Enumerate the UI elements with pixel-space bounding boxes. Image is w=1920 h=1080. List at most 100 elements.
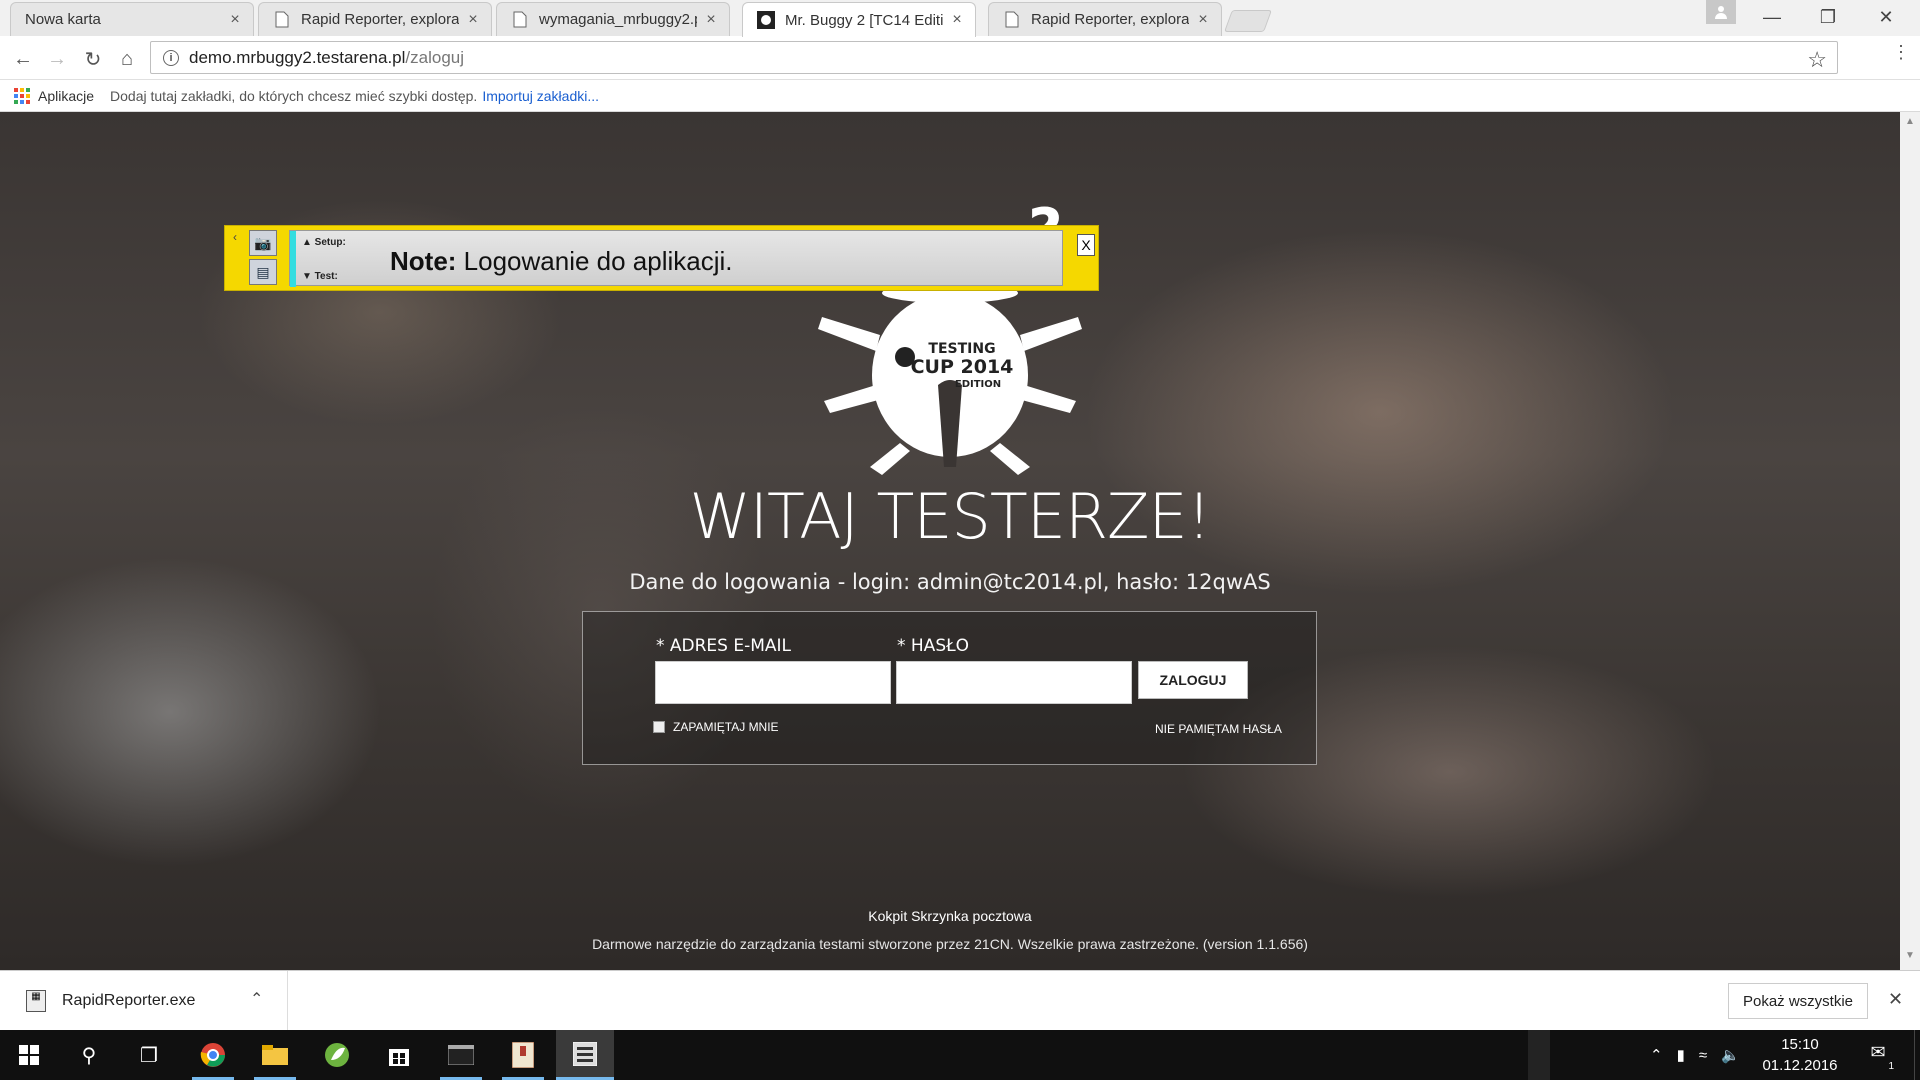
note-input[interactable]: ▲ Setup: ▼ Test: Note: Logowanie do apli…: [289, 230, 1063, 287]
footer-links[interactable]: Kokpit Skrzynka pocztowa: [0, 908, 1900, 924]
import-bookmarks-link[interactable]: Importuj zakładki...: [482, 88, 599, 104]
address-bar[interactable]: i demo.mrbuggy2.testarena.pl/zaloguj ☆: [150, 41, 1838, 74]
tab-rapid-reporter-1[interactable]: Rapid Reporter, explorato ×: [258, 2, 492, 36]
rapid-reporter-window[interactable]: ‹ 📷 ▤ ▲ Setup: ▼ Test: Note: Logowanie d…: [224, 225, 1099, 291]
note-progress-bar: [290, 231, 296, 287]
windows-taskbar: ⚲ ❐ ⌃ ▮ ≈ 🔈 15:10 01.12.2016 ✉ 1: [0, 1030, 1920, 1080]
archive-icon[interactable]: [494, 1030, 552, 1080]
tab-title: Rapid Reporter, explorato: [301, 11, 459, 28]
tab-title: wymagania_mrbuggy2.p: [539, 11, 697, 28]
file-explorer-icon[interactable]: [246, 1030, 304, 1080]
credentials-hint: Dane do logowania - login: admin@tc2014.…: [629, 570, 1271, 594]
notification-count: 1: [1888, 1061, 1894, 1072]
tab-new-tab[interactable]: Nowa karta ×: [10, 2, 254, 36]
spring-icon[interactable]: [308, 1030, 366, 1080]
note-prefix: Note:: [390, 246, 457, 276]
tab-rapid-reporter-2[interactable]: Rapid Reporter, explorato ×: [988, 2, 1222, 36]
close-downloads-icon[interactable]: ✕: [1888, 989, 1903, 1010]
rapid-reporter-icon[interactable]: [556, 1030, 614, 1080]
reporter-close-button[interactable]: X: [1077, 234, 1095, 256]
chevron-up-icon[interactable]: ⌃: [250, 989, 263, 1009]
show-all-downloads-button[interactable]: Pokaż wszystkie: [1728, 983, 1868, 1019]
windows-start-icon[interactable]: [0, 1030, 58, 1080]
rtf-note-icon[interactable]: ▤: [249, 259, 277, 285]
restore-icon[interactable]: ❐: [1804, 0, 1852, 34]
notification-center-icon[interactable]: ✉ 1: [1866, 1042, 1894, 1072]
wifi-icon[interactable]: ≈: [1699, 1047, 1707, 1064]
chrome-menu-icon[interactable]: ⋮: [1892, 43, 1910, 61]
remember-label: ZAPAMIĘTAJ MNIE: [673, 720, 779, 734]
volume-icon[interactable]: 🔈: [1721, 1046, 1740, 1064]
browser-toolbar: ← → ↻ ⌂ i demo.mrbuggy2.testarena.pl/zal…: [0, 36, 1920, 80]
logo-text-line3: EDITION: [955, 379, 1001, 390]
home-icon[interactable]: ⌂: [114, 46, 140, 72]
tab-close-icon[interactable]: ×: [465, 11, 481, 29]
tab-mrbuggy-active[interactable]: Mr. Buggy 2 [TC14 Editio ×: [742, 2, 976, 37]
remember-me[interactable]: ZAPAMIĘTAJ MNIE: [653, 720, 779, 734]
download-item[interactable]: ▦ RapidReporter.exe ⌃: [0, 971, 288, 1031]
download-filename: RapidReporter.exe: [62, 992, 196, 1009]
setup-label[interactable]: ▲ Setup:: [302, 237, 346, 248]
logo-text-line2: CUP 2014: [911, 356, 1014, 378]
window-close-icon[interactable]: ✕: [1862, 0, 1910, 34]
email-field[interactable]: [655, 661, 891, 704]
reload-icon[interactable]: ↻: [80, 46, 106, 72]
site-info-icon[interactable]: i: [163, 49, 179, 66]
footer-copyright: Darmowe narzędzie do zarządzania testami…: [592, 936, 1308, 952]
tab-close-icon[interactable]: ×: [227, 11, 243, 29]
new-tab-button[interactable]: [1223, 10, 1273, 32]
tab-title: Nowa karta: [25, 11, 101, 28]
tab-strip: Nowa karta × Rapid Reporter, explorato ×…: [0, 0, 1920, 37]
clock-time: 15:10: [1781, 1036, 1819, 1053]
terminal-icon[interactable]: [432, 1030, 490, 1080]
tab-close-icon[interactable]: ×: [1195, 11, 1211, 29]
login-button[interactable]: ZALOGUJ: [1138, 661, 1248, 699]
test-label[interactable]: ▼ Test:: [302, 271, 338, 282]
apps-grid-icon[interactable]: [14, 87, 30, 104]
system-tray: ⌃ ▮ ≈ 🔈: [1650, 1030, 1740, 1080]
scroll-down-icon[interactable]: ▼: [1900, 950, 1920, 966]
show-desktop-button[interactable]: [1914, 1030, 1920, 1080]
document-icon: [273, 11, 291, 29]
store-icon[interactable]: [370, 1030, 428, 1080]
bookmark-star-icon[interactable]: ☆: [1807, 47, 1827, 73]
taskbar-clock[interactable]: 15:10 01.12.2016: [1760, 1034, 1840, 1076]
note-value: Logowanie do aplikacji.: [463, 246, 733, 276]
forward-icon[interactable]: →: [44, 46, 70, 72]
clock-date: 01.12.2016: [1762, 1057, 1838, 1074]
tab-close-icon[interactable]: ×: [949, 11, 965, 29]
forgot-password-link[interactable]: NIE PAMIĘTAM HASŁA: [1155, 722, 1282, 736]
back-icon[interactable]: ←: [10, 46, 36, 72]
tab-close-icon[interactable]: ×: [703, 11, 719, 29]
downloads-bar: ▦ RapidReporter.exe ⌃ Pokaż wszystkie ✕: [0, 970, 1920, 1031]
url-host: demo.mrbuggy2.testarena.pl: [189, 47, 406, 67]
document-icon: [1003, 11, 1021, 29]
reporter-tools: 📷 ▤: [249, 230, 281, 288]
page-title: WITAJ TESTERZE!: [689, 480, 1211, 553]
scroll-up-icon[interactable]: ▲: [1900, 116, 1920, 132]
tab-title: Rapid Reporter, explorato: [1031, 11, 1189, 28]
password-label: * HASŁO: [897, 636, 970, 656]
bookmarks-hint: Dodaj tutaj zakładki, do których chcesz …: [110, 87, 478, 104]
bookmarks-bar: Aplikacje Dodaj tutaj zakładki, do który…: [0, 80, 1920, 112]
mrbuggy-favicon-icon: [757, 11, 775, 29]
remember-checkbox[interactable]: [653, 721, 665, 733]
password-field[interactable]: [896, 661, 1132, 704]
task-view-icon[interactable]: ❐: [120, 1030, 178, 1080]
url-path: /zaloguj: [405, 47, 465, 67]
note-text: Note: Logowanie do aplikacji.: [390, 246, 733, 277]
profile-icon[interactable]: [1706, 0, 1736, 24]
apps-link[interactable]: Aplikacje: [38, 88, 94, 104]
tab-title: Mr. Buggy 2 [TC14 Editio: [785, 11, 943, 29]
screenshot-camera-icon[interactable]: 📷: [249, 230, 277, 256]
collapse-arrow-icon[interactable]: ‹: [233, 230, 237, 244]
minimize-icon[interactable]: —: [1748, 0, 1796, 34]
search-icon[interactable]: ⚲: [60, 1030, 118, 1080]
email-label: * ADRES E-MAIL: [656, 636, 792, 656]
tray-chevron-up-icon[interactable]: ⌃: [1650, 1046, 1663, 1064]
taskbar-separator: [1528, 1030, 1550, 1080]
tab-wymagania[interactable]: wymagania_mrbuggy2.p ×: [496, 2, 730, 36]
chrome-icon[interactable]: [184, 1030, 242, 1080]
page-scrollbar[interactable]: ▲ ▼: [1900, 112, 1920, 970]
battery-icon[interactable]: ▮: [1677, 1046, 1685, 1064]
